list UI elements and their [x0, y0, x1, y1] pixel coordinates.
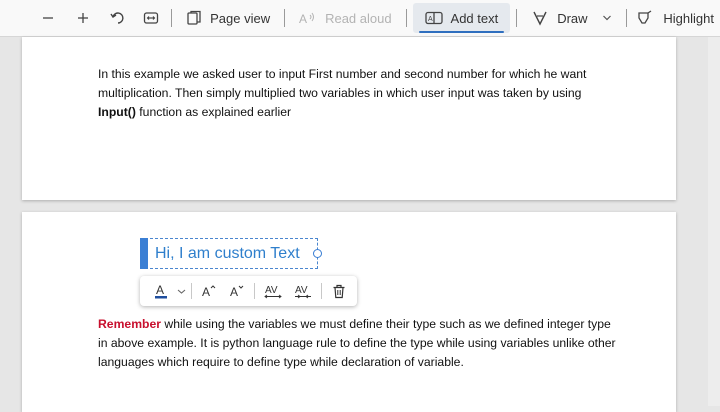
remember-highlight: Remember	[98, 317, 161, 331]
increase-font-size-button[interactable]: A	[195, 278, 223, 304]
svg-text:A: A	[230, 285, 238, 298]
rotate-icon	[110, 12, 124, 24]
highlight-button[interactable]: Highlight	[633, 3, 720, 33]
textbox-drag-handle[interactable]	[140, 238, 148, 269]
trash-icon	[333, 284, 345, 298]
decrease-font-size-button[interactable]: A	[223, 278, 251, 304]
custom-text-box[interactable]: Hi, I am custom Text	[140, 238, 322, 269]
paragraph-text: while using the variables we must define…	[98, 317, 616, 369]
decrease-spacing-button[interactable]: AV	[288, 278, 318, 304]
font-decrease-icon: A	[230, 285, 244, 298]
input-function-text: Input()	[98, 105, 136, 119]
page2-paragraph: Remember while using the variables we mu…	[98, 315, 618, 372]
zoom-in-button[interactable]	[69, 3, 98, 33]
document-page-1: In this example we asked user to input F…	[22, 37, 676, 200]
svg-text:A: A	[202, 285, 210, 298]
draw-options-dropdown[interactable]	[594, 3, 621, 33]
draw-label: Draw	[557, 10, 588, 26]
text-color-icon: A	[155, 283, 167, 299]
highlight-label: Highlight	[663, 10, 714, 26]
pen-icon	[533, 11, 547, 26]
delete-text-button[interactable]	[325, 278, 353, 304]
vertical-scrollbar[interactable]	[708, 37, 720, 406]
page1-paragraph: In this example we asked user to input F…	[98, 65, 618, 122]
toolbar-divider	[626, 9, 628, 27]
textbox-resize-handle[interactable]	[313, 249, 322, 258]
minus-icon	[43, 17, 54, 19]
read-aloud-icon: A	[299, 12, 315, 25]
fit-width-icon	[143, 12, 158, 24]
plus-icon	[78, 13, 89, 23]
character-spacing-decrease-icon: AV	[295, 285, 311, 299]
svg-text:AV: AV	[265, 285, 278, 296]
add-text-button[interactable]: A Add text	[412, 3, 511, 33]
highlighter-icon	[638, 10, 652, 24]
document-page-2: Hi, I am custom Text A A A AV AV Remembe…	[22, 212, 676, 412]
chevron-down-icon	[177, 289, 185, 294]
svg-text:A: A	[428, 16, 433, 23]
reader-toolbar: Page view A Read aloud A Add text Draw H…	[0, 0, 720, 37]
font-increase-icon: A	[202, 285, 216, 298]
add-text-label: Add text	[450, 10, 499, 26]
rotate-button[interactable]	[104, 3, 133, 33]
custom-text[interactable]: Hi, I am custom Text	[155, 245, 300, 263]
toolbar-divider	[171, 9, 173, 27]
draw-button[interactable]: Draw	[523, 3, 593, 33]
svg-text:AV: AV	[295, 285, 308, 296]
format-divider	[191, 283, 192, 299]
toolbar-divider	[405, 9, 407, 27]
text-color-dropdown[interactable]	[174, 278, 188, 304]
paragraph-text: In this example we asked user to input F…	[98, 67, 587, 100]
zoom-out-button[interactable]	[34, 3, 63, 33]
toolbar-divider	[516, 9, 518, 27]
format-divider	[254, 283, 255, 299]
text-format-toolbar: A A A AV AV	[140, 276, 357, 306]
page-view-icon	[187, 10, 201, 25]
add-text-icon: A	[424, 11, 443, 25]
svg-text:A: A	[156, 283, 164, 297]
format-divider	[321, 283, 322, 299]
toolbar-divider	[284, 9, 286, 27]
read-aloud-label: Read aloud	[325, 10, 392, 26]
text-color-button[interactable]: A	[148, 278, 174, 304]
read-aloud-button[interactable]: A Read aloud	[291, 3, 400, 33]
chevron-down-icon	[603, 15, 611, 21]
character-spacing-increase-icon: AV	[264, 285, 282, 299]
svg-text:A: A	[299, 12, 307, 25]
fit-page-button[interactable]	[136, 3, 165, 33]
page-view-label: Page view	[210, 10, 271, 26]
paragraph-text-end: function as explained earlier	[135, 105, 292, 119]
increase-spacing-button[interactable]: AV	[258, 278, 288, 304]
page-view-button[interactable]: Page view	[178, 3, 278, 33]
